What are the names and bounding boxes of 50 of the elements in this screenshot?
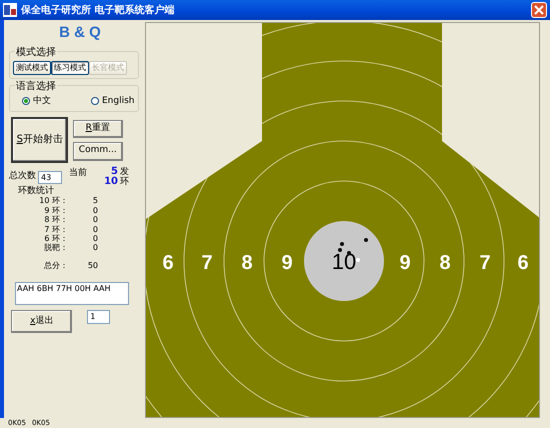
radio-label: English — [102, 94, 134, 108]
mode-button[interactable]: 测试模式 — [13, 60, 51, 74]
ring-number: 10 — [332, 249, 356, 274]
comm-button[interactable]: Comm... — [72, 142, 123, 160]
stat-label: 10 环： — [38, 196, 68, 206]
port-field[interactable]: 1 — [87, 310, 110, 324]
radio-button[interactable] — [91, 97, 99, 106]
count-field[interactable]: 43 — [38, 170, 62, 184]
ring-number: 7 — [201, 252, 213, 274]
window-title: 保全电子研究所 电子靶系统客户端 — [21, 3, 174, 18]
logo: B & Q — [58, 23, 102, 43]
data-field[interactable]: AAH 6BH 77H 00H AAH — [15, 282, 129, 306]
stat-value: 5 — [92, 196, 98, 206]
group-title: 语言选择 — [15, 78, 57, 94]
total-label: 总分： — [43, 260, 68, 270]
ring-number: 8 — [241, 252, 253, 274]
total-value: 50 — [86, 260, 98, 270]
stat-value: 0 — [92, 243, 98, 253]
unit-label: 环 — [120, 177, 129, 187]
ring-number: 9 — [281, 252, 293, 274]
stat-label: 9 环： — [43, 206, 68, 216]
close-icon — [534, 5, 544, 15]
stat-value: 0 — [92, 224, 98, 234]
count-label: 总次数 — [9, 170, 36, 184]
stat-label: 6 环： — [43, 234, 68, 244]
ring-number: 8 — [439, 252, 451, 274]
reset-button[interactable]: R重置 — [72, 120, 123, 138]
mode-button[interactable]: 练习模式 — [51, 60, 89, 74]
stat-label: 8 环： — [43, 215, 68, 225]
ring-number: 6 — [162, 252, 174, 274]
app-icon — [3, 3, 17, 17]
start-button[interactable]: S开始射击 — [11, 116, 68, 162]
stat-label: 7 环： — [43, 224, 68, 234]
unit-label: 发 — [120, 167, 129, 177]
ring-score: 10 — [104, 177, 118, 187]
stat-value: 0 — [92, 215, 98, 225]
stat-label: 脱靶： — [43, 243, 68, 253]
radio-button[interactable] — [22, 97, 30, 106]
shot-count: 5 — [111, 167, 118, 177]
current-label: 当前 — [69, 167, 87, 180]
stat-value: 0 — [92, 206, 98, 216]
close-button[interactable] — [531, 2, 547, 18]
ring-number: 9 — [399, 252, 411, 274]
stat-value: 0 — [92, 234, 98, 244]
radio-label: 中文 — [33, 94, 51, 108]
group-title: 模式选择 — [15, 44, 57, 60]
exit-button[interactable]: x退出 — [11, 310, 72, 333]
ring-number: 7 — [479, 252, 491, 274]
stats-title: 环数统计 — [18, 187, 55, 196]
ring-number: 6 — [517, 252, 529, 274]
